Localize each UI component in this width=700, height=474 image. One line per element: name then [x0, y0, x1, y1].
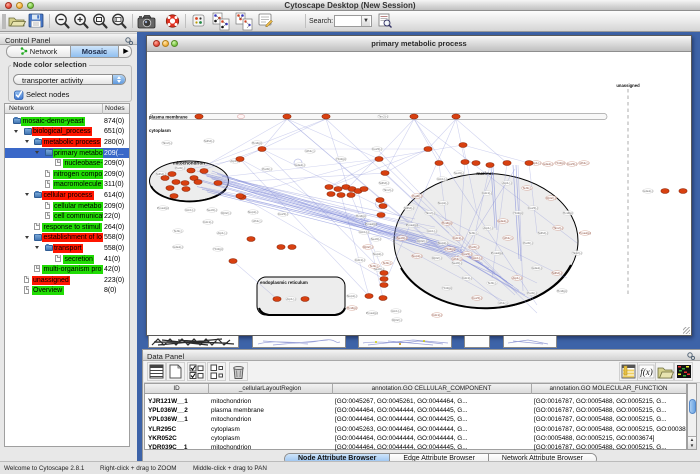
svg-text:Rpl2(-): Rpl2(-) — [546, 196, 555, 200]
svg-text:Ybt1(p): Ybt1(p) — [555, 161, 565, 165]
svg-text:Gda1(-): Gda1(-) — [295, 163, 306, 167]
svg-text:Nop1(-): Nop1(-) — [438, 241, 449, 245]
svg-text:Tef1(-): Tef1(-) — [370, 264, 379, 268]
svg-text:Cdc1(-): Cdc1(-) — [432, 313, 442, 317]
svg-text:Pma1(p): Pma1(p) — [366, 311, 378, 315]
svg-text:Idh1(-): Idh1(-) — [252, 219, 261, 223]
svg-text:Nop1(-): Nop1(-) — [373, 252, 384, 256]
svg-text:Gln1(-): Gln1(-) — [427, 229, 437, 233]
svg-text:Cox5(-): Cox5(-) — [278, 212, 288, 216]
svg-text:Pet9(-): Pet9(-) — [527, 291, 536, 295]
svg-text:Atp1(-): Atp1(-) — [502, 181, 511, 185]
svg-text:Idh1(-): Idh1(-) — [305, 149, 314, 153]
svg-text:Hxt4(p): Hxt4(p) — [347, 306, 357, 310]
svg-text:Pma1(p): Pma1(p) — [491, 251, 503, 255]
svg-text:Cdc1(-): Cdc1(-) — [462, 276, 472, 280]
svg-text:Sdh2(-): Sdh2(-) — [552, 271, 562, 275]
svg-text:Cdc1(-): Cdc1(-) — [453, 236, 463, 240]
svg-text:Rpl2(-): Rpl2(-) — [392, 318, 401, 322]
svg-text:Cox5(-): Cox5(-) — [528, 206, 538, 210]
svg-text:Ybt1(p): Ybt1(p) — [513, 211, 523, 215]
svg-text:Pet9(-): Pet9(-) — [175, 166, 184, 170]
svg-text:Sdh2(-): Sdh2(-) — [204, 139, 214, 143]
svg-text:Tef1(-): Tef1(-) — [174, 229, 183, 233]
svg-text:Sdh2(-): Sdh2(-) — [404, 206, 414, 210]
svg-text:Pma1(p): Pma1(p) — [406, 223, 418, 227]
svg-text:Hxt4(p): Hxt4(p) — [557, 289, 567, 293]
svg-text:Atp1(-): Atp1(-) — [217, 231, 226, 235]
svg-text:Ybt1(p): Ybt1(p) — [336, 157, 346, 161]
svg-text:Ybt1(p): Ybt1(p) — [213, 247, 223, 251]
svg-text:Nop1(-): Nop1(-) — [347, 294, 358, 298]
svg-text:endoplasmic reticulum: endoplasmic reticulum — [260, 280, 308, 285]
svg-text:Cox5(-): Cox5(-) — [372, 147, 382, 151]
svg-text:cytoplasm: cytoplasm — [149, 128, 171, 133]
svg-text:Idh1(-): Idh1(-) — [503, 236, 512, 240]
svg-text:Gln1(-): Gln1(-) — [472, 256, 482, 260]
svg-text:Sec6(-): Sec6(-) — [207, 208, 217, 212]
svg-text:Gda1(-): Gda1(-) — [643, 189, 654, 193]
svg-text:Gln1(-): Gln1(-) — [359, 230, 369, 234]
svg-text:Atp1(-): Atp1(-) — [512, 276, 521, 280]
svg-text:Sec6(-): Sec6(-) — [452, 261, 462, 265]
svg-text:Pma1(p): Pma1(p) — [365, 222, 377, 226]
svg-text:Rpl2(-): Rpl2(-) — [363, 245, 372, 249]
svg-text:Ybt1(p): Ybt1(p) — [442, 286, 452, 290]
svg-text:Gln1(-): Gln1(-) — [185, 208, 195, 212]
svg-text:Atp1(-): Atp1(-) — [286, 297, 295, 301]
svg-text:Nop1(-): Nop1(-) — [248, 210, 259, 214]
svg-text:Tim2(-): Tim2(-) — [572, 251, 582, 255]
svg-text:Hxt4(p): Hxt4(p) — [252, 141, 262, 145]
svg-text:Tef1(-): Tef1(-) — [383, 261, 392, 265]
svg-text:Tim2(-): Tim2(-) — [383, 188, 393, 192]
svg-text:Cox5(-): Cox5(-) — [462, 252, 472, 256]
svg-text:Gln1(-): Gln1(-) — [437, 177, 447, 181]
svg-text:Gda1(-): Gda1(-) — [532, 266, 543, 270]
svg-text:Pet9(-): Pet9(-) — [412, 194, 421, 198]
svg-text:Tef1(-): Tef1(-) — [523, 186, 532, 190]
svg-text:Sec6(-): Sec6(-) — [371, 237, 381, 241]
svg-text:Gda1(-): Gda1(-) — [173, 245, 184, 249]
svg-text:Cdc1(-): Cdc1(-) — [482, 191, 492, 195]
svg-text:Hxt4(p): Hxt4(p) — [356, 214, 366, 218]
svg-text:Tef1(-): Tef1(-) — [469, 231, 478, 235]
svg-text:Tim2(-): Tim2(-) — [553, 226, 563, 230]
svg-text:Pet9(-): Pet9(-) — [523, 241, 532, 245]
svg-text:Pet9(-): Pet9(-) — [262, 167, 271, 171]
svg-text:mitochondrion: mitochondrion — [173, 161, 205, 166]
svg-text:Sdh2(-): Sdh2(-) — [538, 231, 548, 235]
svg-text:Rpl2(-): Rpl2(-) — [417, 239, 426, 243]
svg-text:Ybt1(p): Ybt1(p) — [445, 247, 455, 251]
svg-text:Cdc1(-): Cdc1(-) — [203, 220, 213, 224]
svg-text:Gda1(-): Gda1(-) — [543, 162, 554, 166]
svg-text:Gda1(-): Gda1(-) — [498, 219, 509, 223]
svg-text:Tim2(-): Tim2(-) — [162, 141, 172, 145]
svg-text:Pet9(-): Pet9(-) — [469, 245, 478, 249]
svg-text:Tim2(-): Tim2(-) — [425, 211, 435, 215]
svg-text:Idh1(-): Idh1(-) — [498, 301, 507, 305]
svg-text:Gln1(-): Gln1(-) — [391, 309, 401, 313]
svg-text:Sdh2(-): Sdh2(-) — [379, 181, 389, 185]
svg-text:Rpl2(-): Rpl2(-) — [221, 211, 230, 215]
svg-text:Sec6(-): Sec6(-) — [454, 171, 464, 175]
svg-text:Nop1(-): Nop1(-) — [412, 254, 423, 258]
svg-text:plasma membrane: plasma membrane — [149, 115, 188, 120]
svg-text:Cdc1(-): Cdc1(-) — [355, 258, 365, 262]
svg-text:Hxt4(p): Hxt4(p) — [442, 221, 452, 225]
svg-text:unassigned: unassigned — [616, 83, 640, 88]
svg-text:Sec6(-): Sec6(-) — [397, 236, 407, 240]
svg-text:Pma1(p): Pma1(p) — [157, 206, 169, 210]
svg-text:f(x): f(x) — [640, 367, 653, 377]
svg-text:Cox5(-): Cox5(-) — [567, 162, 577, 166]
svg-text:Tef1(-): Tef1(-) — [488, 281, 497, 285]
svg-text:Pma1(p): Pma1(p) — [579, 231, 591, 235]
svg-text:Atp1(-): Atp1(-) — [483, 226, 492, 230]
svg-text:Tim2(-): Tim2(-) — [378, 115, 388, 119]
svg-text:Nop1(-): Nop1(-) — [438, 201, 449, 205]
svg-text:Idh1(-): Idh1(-) — [579, 161, 588, 165]
svg-text:Cox5(-): Cox5(-) — [472, 296, 482, 300]
svg-text:Rpl2(-): Rpl2(-) — [432, 256, 441, 260]
svg-text:Hxt4(p): Hxt4(p) — [563, 211, 573, 215]
